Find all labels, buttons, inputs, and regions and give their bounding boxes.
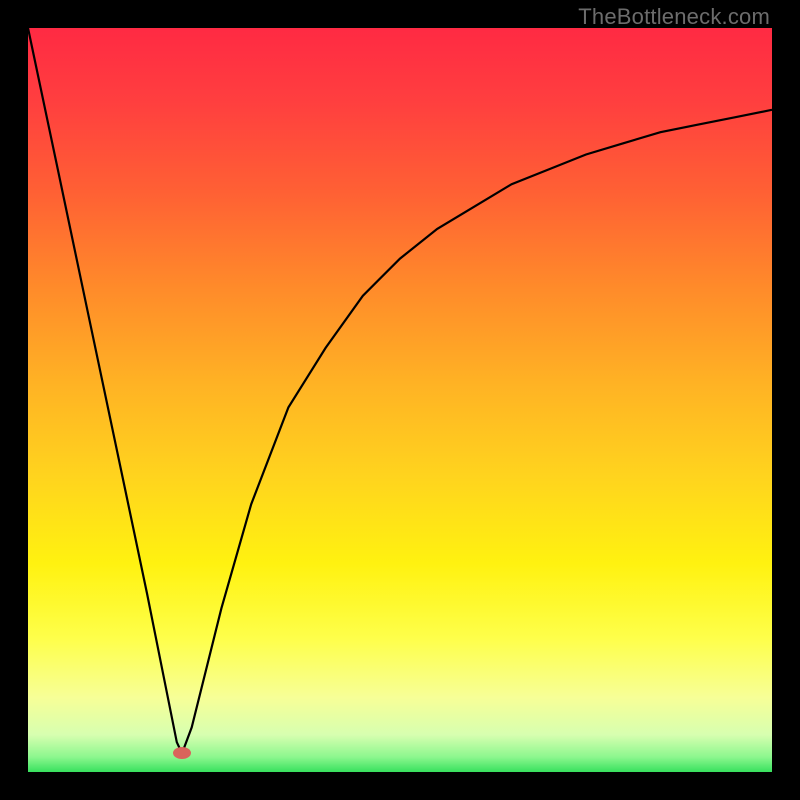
minimum-marker <box>173 747 191 759</box>
plot-area <box>28 28 772 772</box>
curve-layer <box>28 28 772 772</box>
bottleneck-curve <box>28 28 772 753</box>
chart-frame: TheBottleneck.com <box>0 0 800 800</box>
watermark-text: TheBottleneck.com <box>578 4 770 30</box>
